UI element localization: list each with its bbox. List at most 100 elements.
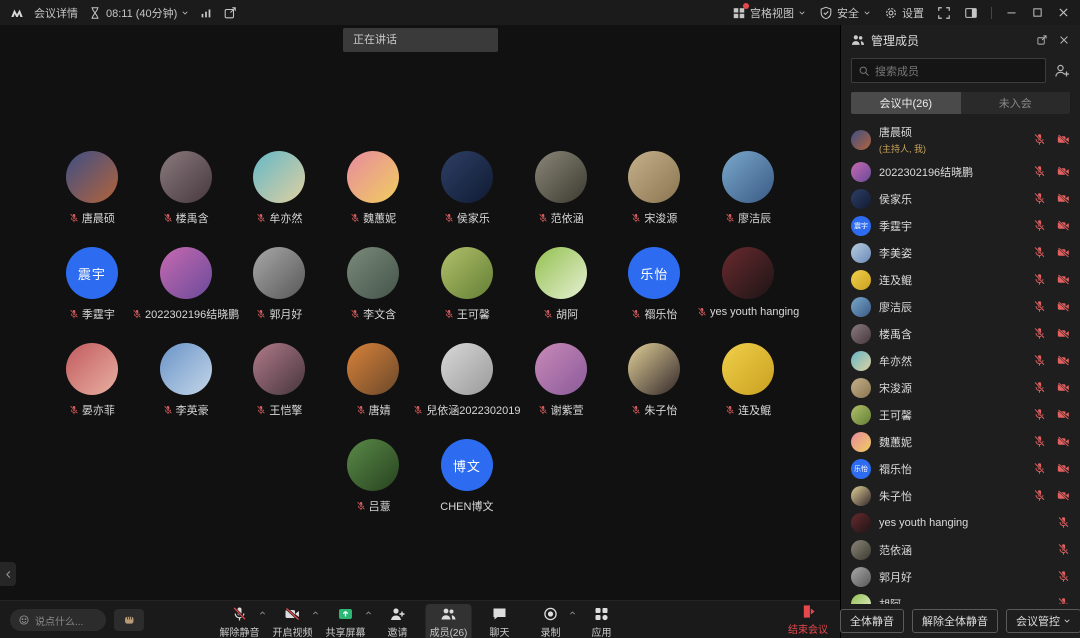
fullscreen-icon[interactable] [937, 6, 951, 20]
tab-not-joined[interactable]: 未入会 [961, 92, 1071, 114]
chevron-up-icon[interactable] [569, 609, 577, 617]
maximize-button[interactable] [1031, 6, 1044, 19]
participant-tile[interactable]: 连及鲲 [701, 343, 795, 418]
layout-view-button[interactable]: 宫格视图 [732, 5, 806, 21]
participant-tile[interactable]: 唐晨硕 [45, 151, 139, 226]
minimize-button[interactable] [1005, 6, 1018, 19]
mic-muted-icon[interactable] [1033, 219, 1046, 232]
participant-tile[interactable]: 唐婧 [326, 343, 420, 418]
camera-off-icon[interactable] [1057, 273, 1070, 286]
collapse-handle[interactable] [0, 562, 16, 586]
participant-tile[interactable]: 李文含 [326, 247, 420, 322]
member-row[interactable]: 李美姿 [851, 239, 1070, 266]
meeting-control-button[interactable]: 会议管控 [1006, 609, 1080, 633]
participant-tile[interactable]: 王可馨 [420, 247, 514, 322]
member-row[interactable]: 唐晨硕(主持人, 我) [851, 121, 1070, 158]
security-button[interactable]: 安全 [819, 5, 871, 21]
close-panel-icon[interactable] [1058, 34, 1070, 46]
toolbar-members-button[interactable]: 成员(26) [426, 604, 472, 638]
mic-muted-icon[interactable] [1033, 192, 1046, 205]
toolbar-invite-button[interactable]: 邀请 [375, 604, 421, 638]
meeting-timer[interactable]: 08:11 (40分钟) [88, 5, 189, 21]
mic-muted-icon[interactable] [1033, 408, 1046, 421]
participant-tile[interactable]: 朱子怡 [608, 343, 702, 418]
mic-muted-icon[interactable] [1033, 354, 1046, 367]
camera-off-icon[interactable] [1057, 165, 1070, 178]
open-external-icon[interactable] [223, 6, 237, 20]
mic-muted-icon[interactable] [1033, 381, 1046, 394]
member-row[interactable]: 廖洁辰 [851, 293, 1070, 320]
network-signal-icon[interactable] [199, 6, 213, 20]
toolbar-share-screen-button[interactable]: 共享屏幕 [322, 604, 370, 638]
mic-muted-icon[interactable] [1033, 300, 1046, 313]
close-window-button[interactable] [1057, 6, 1070, 19]
participant-tile[interactable]: 震宇季霆宇 [45, 247, 139, 322]
unmute-all-button[interactable]: 解除全体静音 [912, 609, 998, 633]
add-member-button[interactable] [1054, 63, 1070, 79]
chevron-up-icon[interactable] [312, 609, 320, 617]
participant-tile[interactable]: 魏蕙妮 [326, 151, 420, 226]
toolbar-chat-button[interactable]: 聊天 [477, 604, 523, 638]
reaction-fist-button[interactable] [114, 609, 144, 631]
mic-muted-icon[interactable] [1033, 165, 1046, 178]
mic-muted-icon[interactable] [1033, 133, 1046, 146]
participant-tile[interactable]: 乐怡禤乐怡 [608, 247, 702, 322]
mic-muted-icon[interactable] [1033, 327, 1046, 340]
participant-tile[interactable]: 宋浚源 [608, 151, 702, 226]
mic-muted-icon[interactable] [1033, 489, 1046, 502]
mic-muted-icon[interactable] [1033, 462, 1046, 475]
participant-tile[interactable]: 范依涵 [514, 151, 608, 226]
member-row[interactable]: 王可馨 [851, 401, 1070, 428]
member-row[interactable]: 乐怡禤乐怡 [851, 455, 1070, 482]
camera-off-icon[interactable] [1057, 354, 1070, 367]
mic-muted-icon[interactable] [1057, 570, 1070, 583]
member-row[interactable]: 震宇季霆宇 [851, 212, 1070, 239]
participant-tile[interactable]: 谢紫萱 [514, 343, 608, 418]
toolbar-record-button[interactable]: 录制 [528, 604, 574, 638]
camera-off-icon[interactable] [1057, 489, 1070, 502]
camera-off-icon[interactable] [1057, 462, 1070, 475]
popout-panel-icon[interactable] [1036, 34, 1048, 46]
member-row[interactable]: 2022302196结晓鹏 [851, 158, 1070, 185]
member-row[interactable]: 魏蕙妮 [851, 428, 1070, 455]
chevron-up-icon[interactable] [259, 609, 267, 617]
mic-muted-icon[interactable] [1057, 516, 1070, 529]
member-row[interactable]: 楼禹含 [851, 320, 1070, 347]
toolbar-cam-off-button[interactable]: 开启视频 [269, 604, 317, 638]
participant-tile[interactable]: 胡阿 [514, 247, 608, 322]
participant-tile[interactable]: 郭月好 [233, 247, 327, 322]
member-row[interactable]: 牟亦然 [851, 347, 1070, 374]
camera-off-icon[interactable] [1057, 246, 1070, 259]
participant-tile[interactable]: 吕薏 [326, 439, 420, 514]
mute-all-button[interactable]: 全体静音 [840, 609, 904, 633]
mic-muted-icon[interactable] [1033, 246, 1046, 259]
camera-off-icon[interactable] [1057, 133, 1070, 146]
chevron-up-icon[interactable] [365, 609, 373, 617]
participant-tile[interactable]: 王恺擎 [233, 343, 327, 418]
participant-tile[interactable]: 牟亦然 [233, 151, 327, 226]
member-row[interactable]: 侯家乐 [851, 185, 1070, 212]
member-row[interactable]: 郭月好 [851, 563, 1070, 590]
member-row[interactable]: 连及鲲 [851, 266, 1070, 293]
camera-off-icon[interactable] [1057, 381, 1070, 394]
camera-off-icon[interactable] [1057, 300, 1070, 313]
member-row[interactable]: 宋浚源 [851, 374, 1070, 401]
participant-tile[interactable]: 李英豪 [139, 343, 233, 418]
camera-off-icon[interactable] [1057, 435, 1070, 448]
panel-toggle-icon[interactable] [964, 6, 978, 20]
toolbar-apps-button[interactable]: 应用 [579, 604, 625, 638]
mic-muted-icon[interactable] [1033, 273, 1046, 286]
participant-tile[interactable]: 博文CHEN博文 [420, 439, 514, 514]
participant-tile[interactable]: 侯家乐 [420, 151, 514, 226]
participant-tile[interactable]: 兒依涵2022302019 [420, 343, 514, 418]
camera-off-icon[interactable] [1057, 408, 1070, 421]
camera-off-icon[interactable] [1057, 192, 1070, 205]
end-meeting-button[interactable]: 结束会议 [788, 604, 828, 636]
toolbar-mic-off-button[interactable]: 解除静音 [216, 604, 264, 638]
quick-chat-input[interactable]: 说点什么... [10, 609, 106, 631]
member-row[interactable]: yes youth hanging [851, 509, 1070, 536]
mic-muted-icon[interactable] [1057, 543, 1070, 556]
search-members-input[interactable]: 搜索成员 [851, 58, 1046, 83]
participant-tile[interactable]: 晏亦菲 [45, 343, 139, 418]
participant-tile[interactable]: 2022302196结晓鹏 [139, 247, 233, 322]
